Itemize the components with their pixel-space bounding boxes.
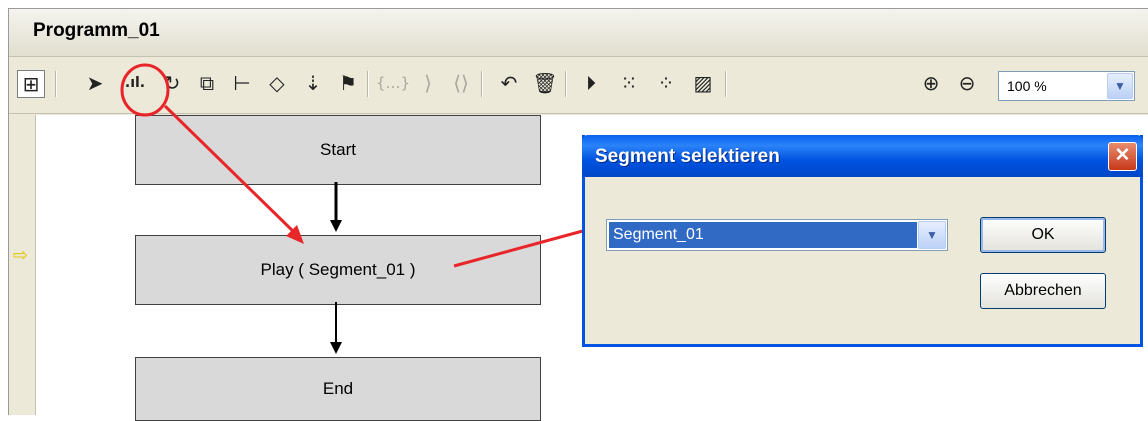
toolbar-separator <box>367 71 368 97</box>
flow-node-label: Start <box>320 140 356 159</box>
bracket-right-icon[interactable]: ⟩ <box>414 69 442 97</box>
undo-icon[interactable]: ↶ <box>495 69 523 97</box>
step-icon[interactable]: ⏵ <box>577 69 605 97</box>
merge-icon[interactable]: ⇣ <box>299 69 327 97</box>
delete-icon[interactable]: 🗑 <box>531 69 559 97</box>
flow-node-play[interactable]: Play ( Segment_01 ) <box>135 235 541 305</box>
toolbar-separator <box>565 71 566 97</box>
diagram-icon[interactable]: ⊞ <box>17 70 45 98</box>
zoom-in-icon[interactable]: ⊕ <box>917 69 945 97</box>
braces-icon[interactable]: {…} <box>376 69 410 97</box>
toolbar-separator <box>55 71 56 97</box>
group-icon[interactable]: ⁙ <box>615 69 643 97</box>
segment-dialog: Segment selektieren ✕ Segment_01 ▼ OK Ab… <box>582 135 1143 347</box>
subprogram-icon[interactable]: ⧉ <box>193 69 221 97</box>
image-icon[interactable]: ▨ <box>689 69 717 97</box>
bracket-both-icon[interactable]: ⟨⟩ <box>447 69 475 97</box>
zoom-out-icon[interactable]: ⊖ <box>953 69 981 97</box>
current-step-arrow-icon: ⇨ <box>13 245 29 266</box>
flag-icon[interactable]: ⚑ <box>334 69 362 97</box>
segment-select[interactable]: Segment_01 ▼ <box>606 219 948 251</box>
dialog-title-bar: Segment selektieren ✕ <box>582 135 1143 177</box>
flow-node-label: Play ( Segment_01 ) <box>260 260 416 279</box>
toolbar-separator <box>481 71 482 97</box>
zoom-value: 100 % <box>1007 78 1047 94</box>
flow-node-end[interactable]: End <box>135 357 541 421</box>
flow-node-label: End <box>322 379 354 398</box>
pointer-icon[interactable]: ➤ <box>81 69 109 97</box>
toolbar-separator <box>725 71 726 97</box>
ungroup-icon[interactable]: ⁘ <box>652 69 680 97</box>
flow-node-start[interactable]: Start <box>135 115 541 185</box>
dialog-title: Segment selektieren <box>595 146 780 167</box>
chevron-down-icon[interactable]: ▼ <box>1107 73 1133 99</box>
close-button[interactable]: ✕ <box>1108 142 1137 171</box>
chevron-down-icon[interactable]: ▼ <box>918 221 946 249</box>
segment-icon[interactable]: .ıl. <box>121 69 149 97</box>
ok-button[interactable]: OK <box>980 217 1106 253</box>
window-title: Programm_01 <box>33 20 160 41</box>
toolbar: ⊞ ➤ .ıl. ↻ ⧉ ⊢ ◇ ⇣ ⚑ {…} ⟩ ⟨⟩ ↶ 🗑 ⏵ ⁙ ⁘ … <box>9 57 1148 114</box>
decision-icon[interactable]: ◇ <box>263 69 291 97</box>
title-bar: Programm_01 <box>9 9 1148 57</box>
loop-icon[interactable]: ↻ <box>158 69 186 97</box>
cancel-button[interactable]: Abbrechen <box>980 273 1106 309</box>
segment-select-value: Segment_01 <box>609 222 917 248</box>
left-ruler: ⇨ <box>9 115 36 415</box>
branch-icon[interactable]: ⊢ <box>228 69 256 97</box>
zoom-select[interactable]: 100 % ▼ <box>998 71 1135 101</box>
